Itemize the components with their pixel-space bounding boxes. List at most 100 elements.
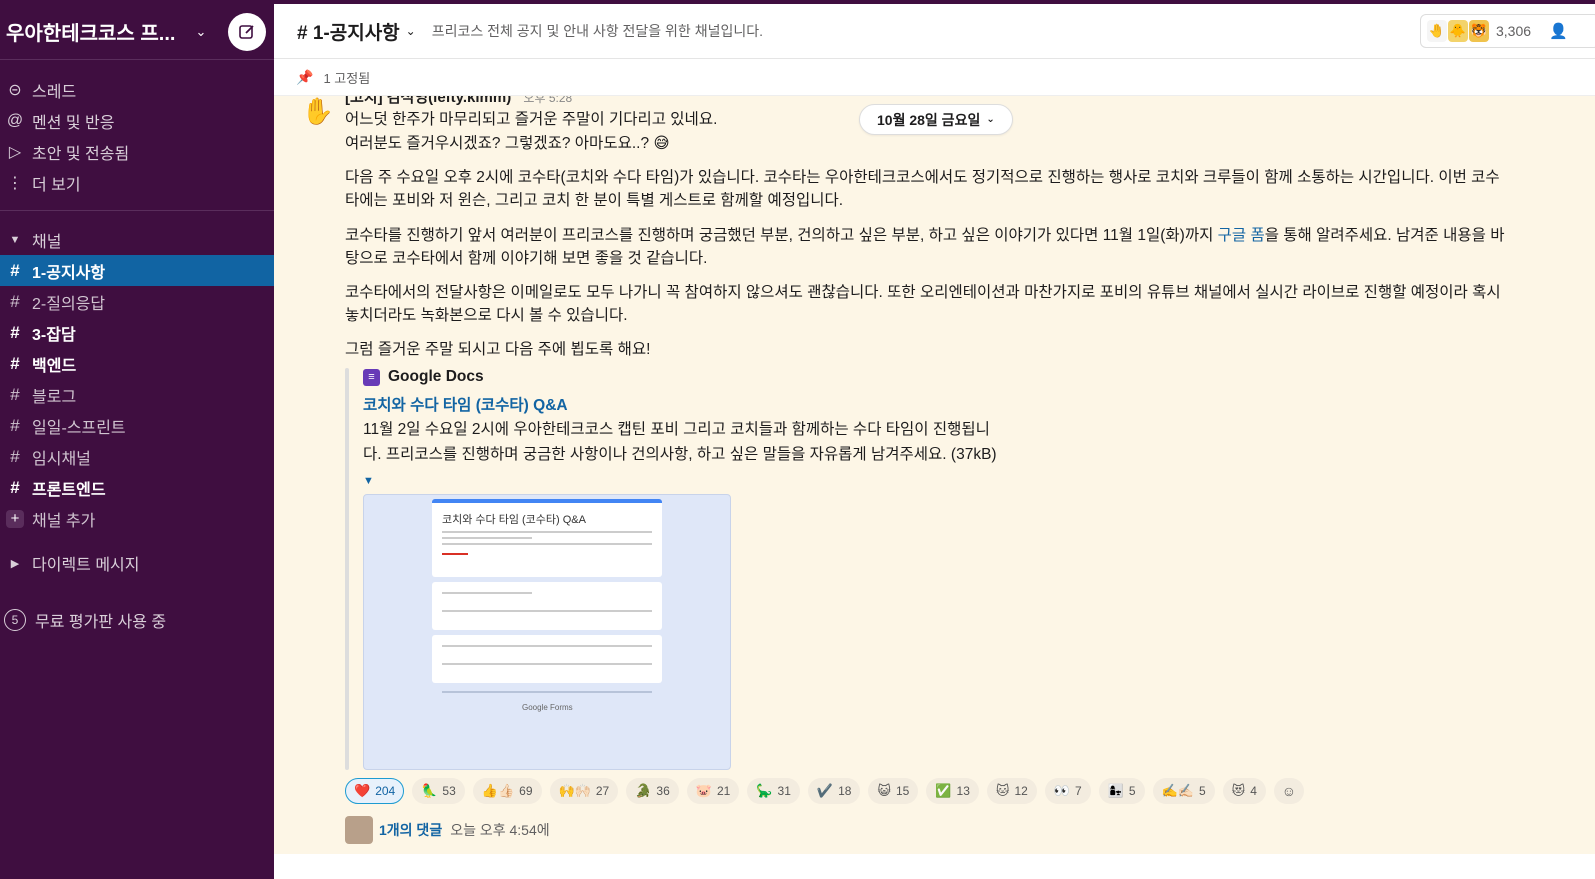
reaction-count: 15	[895, 784, 910, 798]
message-text: 다음 주 수요일 오후 2시에 코수타(코치와 수다 타임)가 있습니다. 코수…	[345, 169, 1500, 186]
sidebar-channel-frontend[interactable]: # 프론트엔드	[0, 472, 274, 503]
compose-button[interactable]	[228, 12, 266, 51]
reaction-cat[interactable]: 😺 15	[868, 778, 919, 804]
parrot-icon: 🦜	[421, 783, 438, 798]
reaction-count: 13	[956, 784, 970, 798]
reaction-raised-hands[interactable]: 🙌🙌🏻 27	[549, 778, 619, 804]
mention-icon: @	[6, 111, 24, 129]
thread-last-reply-time: 오늘 오후 4:54에	[450, 822, 550, 838]
crocodile-icon: 🐊	[635, 783, 652, 798]
chevron-down-icon[interactable]: ⌄	[195, 24, 206, 40]
message-text: 여러분도 즐거우시겠죠? 그렇겠죠? 아마도요..? 😅	[345, 135, 670, 152]
trial-status[interactable]: 5 무료 평가판 사용 중	[0, 604, 274, 636]
add-reaction-button[interactable]: ☺	[1273, 778, 1304, 804]
reaction-pig[interactable]: 🐷 21	[686, 778, 740, 804]
channels-section-header[interactable]: ▼ 채널	[0, 225, 274, 255]
google-form-link[interactable]: 구글 폼	[1218, 227, 1265, 244]
reaction-cool-cat[interactable]: 🐱 12	[986, 778, 1037, 804]
reaction-count: 204	[375, 784, 396, 798]
reaction-heart[interactable]: ❤️ 204	[345, 778, 405, 804]
reaction-parrot[interactable]: 🦜 53	[412, 778, 465, 804]
reaction-count: 18	[838, 784, 852, 798]
plus-icon: +	[6, 509, 24, 528]
channel-topic[interactable]: 프리코스 전체 공지 및 안내 사항 전달을 위한 채널입니다.	[432, 21, 763, 41]
sidebar-item-mentions[interactable]: @ 멘션 및 반응	[0, 105, 274, 136]
reaction-count: 27	[595, 784, 610, 798]
pinned-bar[interactable]: 📌 1 고정됨	[274, 59, 1595, 96]
sidebar-channel-announcements[interactable]: # 1-공지사항	[0, 255, 274, 286]
author-avatar[interactable]: ✋	[300, 96, 336, 126]
message-text: 타에는 포비와 저 윈슨, 그리고 코치 한 분이 특별 게스트로 함께할 예정…	[345, 192, 844, 209]
add-people-icon[interactable]: 👤	[1549, 22, 1568, 40]
reaction-eyes[interactable]: 👀 7	[1044, 778, 1091, 804]
message-text: 그럼 즐거운 주말 되시고 다음 주에 뵙도록 해요!	[345, 341, 651, 358]
member-avatar: 🐥	[1448, 20, 1468, 42]
workspace-name[interactable]: 우아한테크코스 프...	[6, 17, 175, 46]
add-channel-button[interactable]: + 채널 추가	[0, 503, 274, 534]
message-text-part: 을 통해 알려주세요. 남겨준 내용을 바	[1264, 227, 1505, 244]
reaction-dino[interactable]: 🦕 31	[747, 778, 800, 804]
reaction-count: 31	[777, 784, 791, 798]
sidebar-item-drafts[interactable]: ▷ 초안 및 전송됨	[0, 136, 274, 167]
channel-name: 블로그	[32, 388, 77, 406]
attachment-preview-image[interactable]: 코치와 수다 타임 (코수타) Q&A Google Forms	[363, 494, 731, 770]
date-divider-button[interactable]: 10월 28일 금요일 ⌄	[859, 104, 1013, 135]
trial-label: 무료 평가판 사용 중	[35, 614, 167, 631]
chevron-down-icon: ⌄	[986, 114, 995, 125]
date-label: 10월 28일 금요일	[877, 111, 981, 128]
reaction-count: 21	[716, 784, 731, 798]
dm-section-header[interactable]: ▶ 다이렉트 메시지	[0, 548, 274, 578]
channel-title[interactable]: # 1-공지사항	[297, 18, 400, 45]
sidebar-item-threads[interactable]: ⊝ 스레드	[0, 74, 274, 105]
cat-icon: 😺	[877, 783, 891, 798]
sidebar-divider	[0, 210, 274, 211]
sidebar-channel-chat[interactable]: # 3-잡담	[0, 317, 274, 348]
chevron-down-icon[interactable]: ⌄	[406, 24, 416, 38]
channel-name: 일일-스프린트	[32, 419, 126, 437]
message-text: 탕으로 코수타에서 함께 이야기해 보면 좋을 것 같습니다.	[345, 250, 708, 267]
form-preview-line	[442, 610, 652, 612]
sidebar-item-more[interactable]: ⋮ 더 보기	[0, 167, 274, 198]
message-timestamp[interactable]: 오후 5:28	[523, 96, 572, 105]
caret-down-icon: ▼	[9, 234, 21, 246]
sidebar-channel-daily-sprint[interactable]: # 일일-스프린트	[0, 410, 274, 441]
reaction-count: 69	[519, 784, 533, 798]
author-name[interactable]: [코치] 김석영(lefty.kimm)	[345, 96, 511, 106]
thread-replies-link[interactable]: 1개의 댓글	[379, 820, 442, 840]
hash-icon: #	[10, 322, 20, 342]
member-avatar: 🤚	[1427, 20, 1447, 42]
thumbs-up-icon: 👍👍🏻	[481, 783, 515, 798]
member-list-button[interactable]: 🤚 🐥 🐯 3,306 👤	[1420, 14, 1595, 48]
check-icon: ✔️	[816, 783, 834, 798]
attachment-source: ≡ Google Docs	[363, 368, 484, 386]
attachment-title-link[interactable]: 코치와 수다 타임 (코수타) Q&A	[363, 393, 568, 415]
compose-icon	[239, 24, 254, 39]
thread-summary[interactable]: 1개의 댓글 오늘 오후 4:54에	[345, 816, 550, 844]
sidebar-nav: ⊝ 스레드 @ 멘션 및 반응 ▷ 초안 및 전송됨 ⋮ 더 보기	[0, 60, 274, 198]
reaction-check[interactable]: ✔️ 18	[807, 778, 861, 804]
pinned-label: 1 고정됨	[323, 70, 371, 86]
dinosaur-icon: 🦕	[756, 783, 773, 798]
channel-name: 백엔드	[32, 357, 77, 375]
family-icon: 👩‍👧	[1107, 783, 1124, 798]
sidebar-channel-temp[interactable]: # 임시채널	[0, 441, 274, 472]
reaction-family[interactable]: 👩‍👧 5	[1098, 778, 1145, 804]
reaction-thumbsup[interactable]: 👍👍🏻 69	[472, 778, 542, 804]
reaction-crocodile[interactable]: 🐊 36	[626, 778, 679, 804]
reaction-count: 5	[1198, 784, 1206, 798]
hash-icon: #	[10, 477, 20, 497]
send-icon: ▷	[8, 143, 22, 161]
reaction-writing[interactable]: ✍️✍🏻 5	[1152, 778, 1215, 804]
form-preview-line	[442, 531, 652, 533]
form-preview-title: 코치와 수다 타임 (코수타) Q&A	[442, 514, 586, 526]
sidebar-channel-backend[interactable]: # 백엔드	[0, 348, 274, 379]
workspace-header[interactable]: 우아한테크코스 프... ⌄	[0, 4, 274, 60]
sidebar: 우아한테크코스 프... ⌄ ⊝ 스레드 @ 멘션 및 반응 ▷ 초안 및 전송…	[0, 4, 274, 879]
sidebar-channel-qna[interactable]: # 2-질의응답	[0, 286, 274, 317]
reaction-heart-eyes-cat[interactable]: 😻 4	[1222, 778, 1266, 804]
channel-header: # 1-공지사항 ⌄ 프리코스 전체 공지 및 안내 사항 전달을 위한 채널입…	[274, 4, 1595, 59]
form-preview-line	[442, 663, 652, 665]
reaction-checkbox[interactable]: ✅ 13	[926, 778, 979, 804]
caret-down-icon[interactable]: ▼	[363, 475, 374, 487]
sidebar-channel-blog[interactable]: # 블로그	[0, 379, 274, 410]
